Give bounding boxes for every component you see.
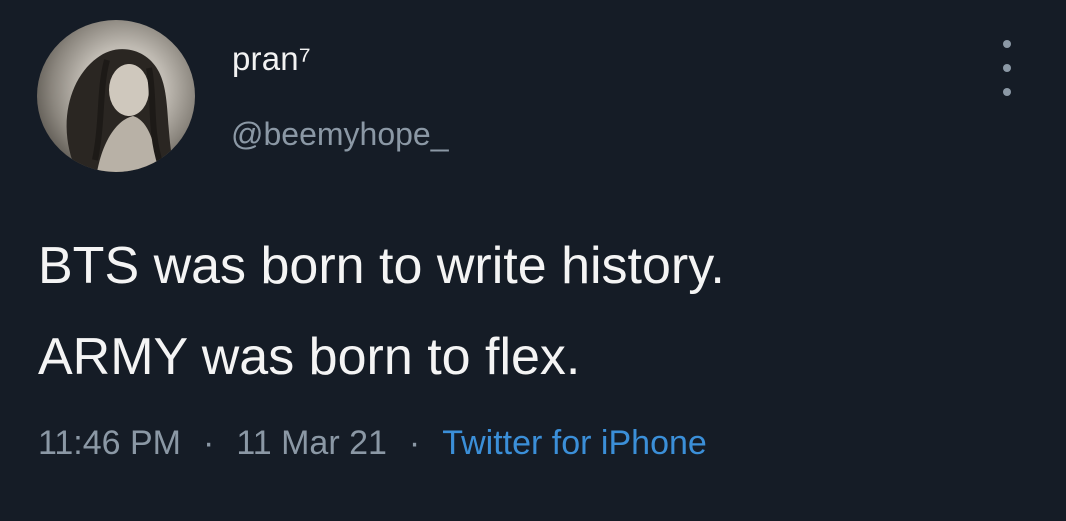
tweet-card: pran⁷ @beemyhope_ BTS was born to write …	[0, 0, 1066, 521]
tweet-meta: 11:46 PM · 11 Mar 21 · Twitter for iPhone	[38, 424, 707, 463]
tweet-time[interactable]: 11:46 PM	[38, 424, 181, 462]
tweet-text-line-2: ARMY was born to flex.	[38, 328, 581, 386]
more-dot	[1003, 88, 1011, 96]
avatar[interactable]	[37, 20, 195, 172]
more-options-icon[interactable]	[992, 40, 1022, 96]
tweet-text-line-1: BTS was born to write history.	[38, 237, 725, 295]
more-dot	[1003, 40, 1011, 48]
tweet-date[interactable]: 11 Mar 21	[236, 424, 387, 462]
display-name[interactable]: pran⁷	[232, 40, 311, 78]
tweet-source-link[interactable]: Twitter for iPhone	[442, 424, 707, 462]
user-handle[interactable]: @beemyhope_	[231, 116, 449, 153]
avatar-image	[66, 49, 175, 172]
meta-separator: ·	[203, 424, 215, 462]
meta-separator: ·	[408, 424, 421, 462]
more-dot	[1003, 64, 1011, 72]
